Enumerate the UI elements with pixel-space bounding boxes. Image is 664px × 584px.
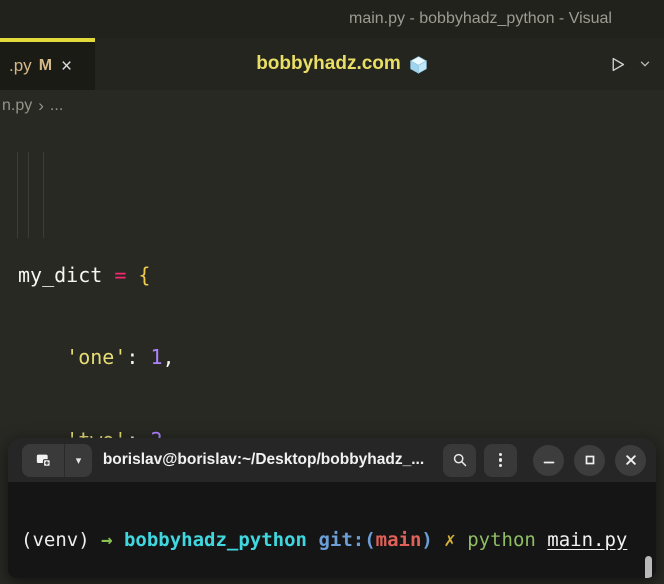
editor-tab-bar: .py M × bobbyhadz.com <box>0 38 664 90</box>
terminal-window: ▾ borislav@borislav:~/Desktop/bobbyhadz_… <box>8 438 656 578</box>
minimize-button[interactable] <box>533 444 564 476</box>
new-terminal-tab-icon <box>35 453 52 468</box>
editor-actions <box>604 38 658 90</box>
maximize-button[interactable] <box>574 444 605 476</box>
window-titlebar: main.py - bobbyhadz_python - Visual <box>0 0 664 38</box>
editor-group-title: bobbyhadz.com <box>95 38 589 90</box>
vscode-window: main.py - bobbyhadz_python - Visual .py … <box>0 0 664 584</box>
terminal-tab-dropdown-button[interactable]: ▾ <box>64 443 92 477</box>
minimize-icon <box>543 454 555 466</box>
close-button[interactable] <box>615 444 646 476</box>
code-editor[interactable]: my_dict = { 'one': 1, 'two': 2, 'three':… <box>0 122 664 534</box>
close-icon <box>625 454 637 466</box>
breadcrumb-file[interactable]: n.py <box>2 97 32 115</box>
indent-guide <box>43 152 44 238</box>
window-controls <box>523 444 646 476</box>
run-dropdown-chevron-icon[interactable] <box>632 51 658 77</box>
maximize-icon <box>584 454 596 466</box>
indent-guide <box>28 152 29 238</box>
tab-close-icon[interactable]: × <box>61 57 72 76</box>
chevron-down-icon: ▾ <box>75 454 82 467</box>
ice-cube-icon <box>409 55 428 74</box>
modified-badge: M <box>38 57 53 74</box>
kebab-menu-icon <box>498 450 503 469</box>
breadcrumb: n.py › ... <box>0 90 664 122</box>
code-line: 'one': 1, <box>66 345 175 369</box>
terminal-search-button[interactable] <box>443 443 476 477</box>
terminal-scrollbar[interactable] <box>645 556 652 578</box>
new-tab-button[interactable] <box>22 443 64 477</box>
chevron-right-icon: › <box>38 96 44 115</box>
indent-guide <box>17 152 18 238</box>
group-title-text: bobbyhadz.com <box>256 53 401 74</box>
tab-label: .py <box>9 56 32 75</box>
new-terminal-tab-split-button: ▾ <box>22 443 92 477</box>
terminal-content[interactable]: (venv) → bobbyhadz_python git:(main) ✗ p… <box>8 482 656 578</box>
window-title: main.py - bobbyhadz_python - Visual <box>349 10 612 27</box>
search-icon <box>452 452 468 468</box>
tab-main-py[interactable]: .py M × <box>0 38 95 90</box>
terminal-title: borislav@borislav:~/Desktop/bobbyhadz_..… <box>102 451 425 468</box>
terminal-titlebar: ▾ borislav@borislav:~/Desktop/bobbyhadz_… <box>8 438 656 482</box>
terminal-menu-button[interactable] <box>484 443 517 477</box>
terminal-line: (venv) → bobbyhadz_python git:(main) ✗ p… <box>21 528 628 551</box>
code-line: my_dict = { <box>18 262 151 287</box>
run-python-file-button[interactable] <box>604 51 630 77</box>
breadcrumb-symbol[interactable]: ... <box>50 97 63 115</box>
